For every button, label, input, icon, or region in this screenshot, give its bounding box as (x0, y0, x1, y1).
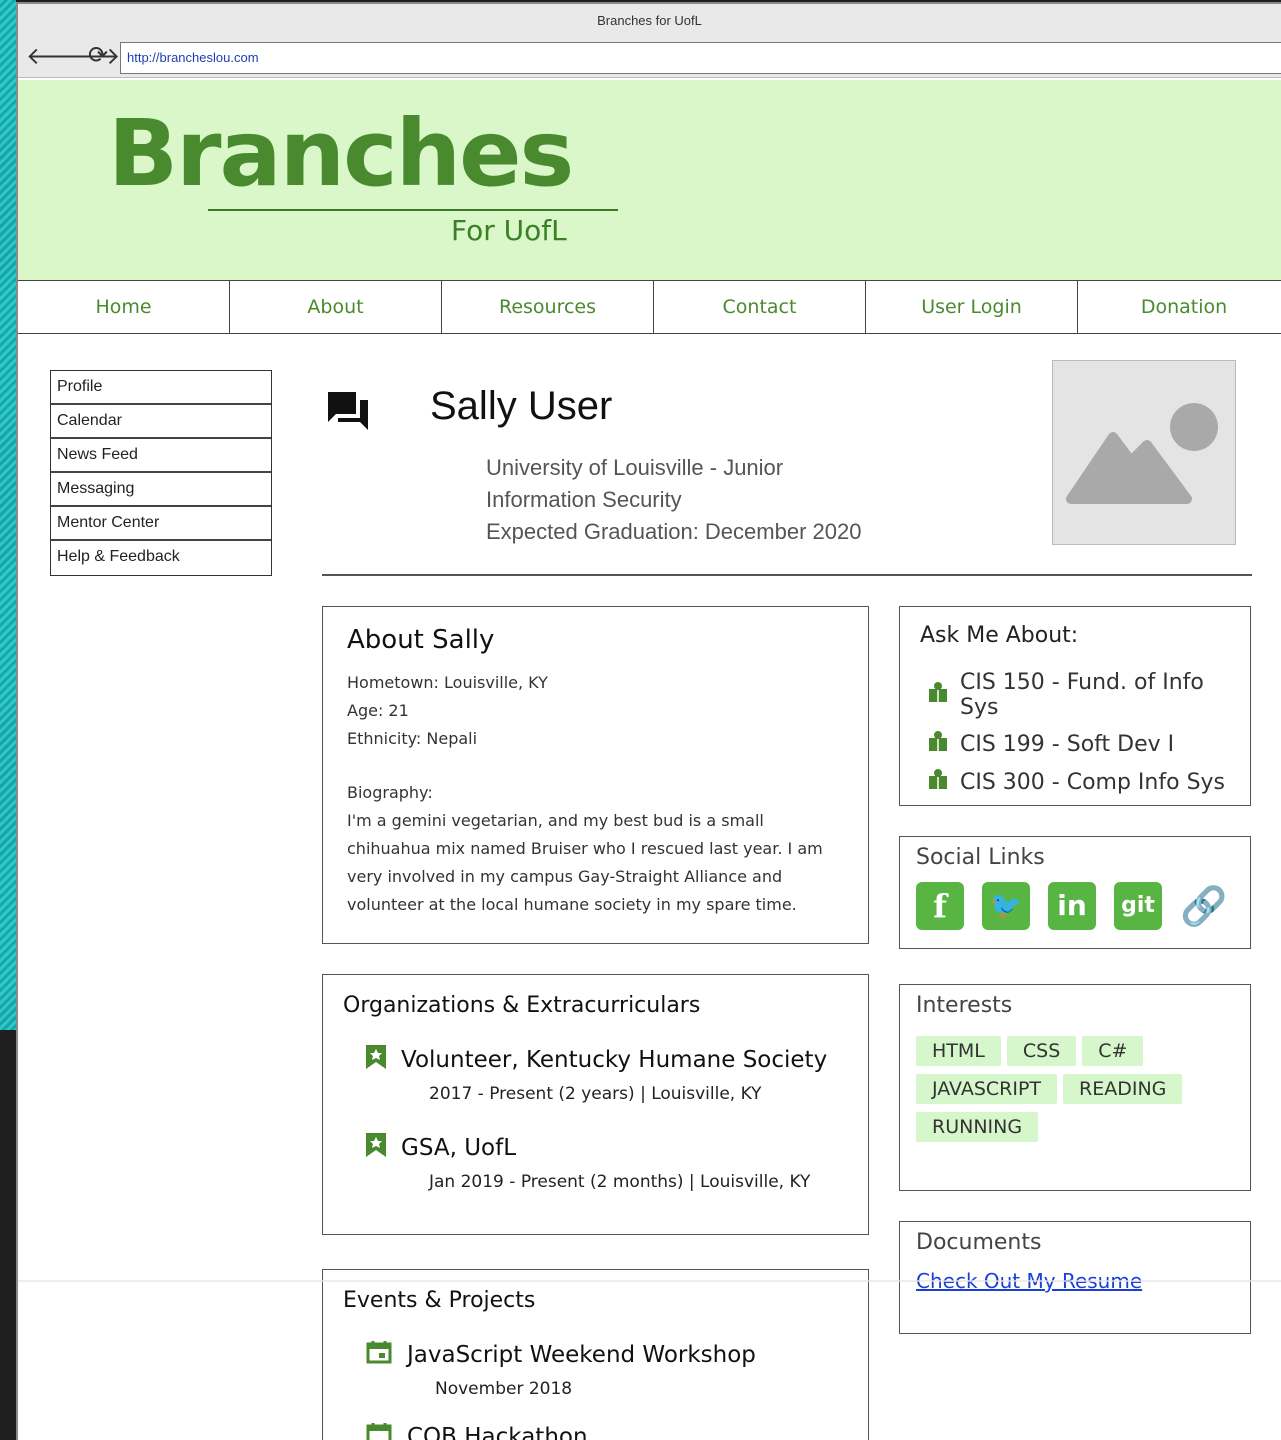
side-menu-help-feedback[interactable]: Help & Feedback (51, 541, 271, 575)
about-hometown: Hometown: Louisville, KY (347, 673, 548, 692)
side-menu-calendar[interactable]: Calendar (51, 405, 271, 439)
interest-tag[interactable]: READING (1063, 1074, 1183, 1104)
screenshot-seam (18, 1280, 1281, 1282)
about-bio-label: Biography: (347, 783, 433, 802)
book-icon (928, 681, 948, 709)
profile-details: University of Louisville - Junior Inform… (486, 452, 861, 548)
facebook-icon[interactable]: f (916, 882, 964, 930)
nav-about[interactable]: About (230, 281, 442, 333)
desktop-background-strip (0, 0, 16, 1030)
interest-tag[interactable]: HTML (916, 1036, 1001, 1066)
nav-resources[interactable]: Resources (442, 281, 654, 333)
about-card: About Sally Hometown: Louisville, KY Age… (322, 606, 869, 944)
nav-donation[interactable]: Donation (1078, 281, 1281, 333)
window-title: Branches for UofL (18, 4, 1281, 38)
interests-card: Interests HTML CSS C# JAVASCRIPT READING RU… (899, 984, 1251, 1191)
about-title: About Sally (347, 625, 495, 655)
main-navigation: Home About Resources Contact User Login … (18, 280, 1281, 334)
org-item-title: GSA, UofL (365, 1132, 848, 1164)
interest-tag[interactable]: JAVASCRIPT (916, 1074, 1058, 1104)
documents-title: Documents (916, 1230, 1042, 1255)
social-links-card: Social Links f 🐦 in git 🔗 (899, 836, 1251, 949)
address-bar[interactable]: http://brancheslou.com (120, 42, 1281, 74)
twitter-icon[interactable]: 🐦 (982, 882, 1030, 930)
browser-window: Branches for UofL 🡐 🡒 ⟳ http://branchesl… (16, 2, 1281, 1440)
social-title: Social Links (916, 845, 1045, 870)
event-name: COB Hackathon (407, 1424, 588, 1440)
ask-me-card: Ask Me About: CIS 150 - Fund. of Info Sy… (899, 606, 1251, 806)
site-tagline: For UofL (451, 214, 567, 247)
ask-me-item: CIS 199 - Soft Dev I (928, 730, 1230, 758)
site-header: Branches For UofL (18, 80, 1281, 280)
about-ethnicity: Ethnicity: Nepali (347, 729, 478, 748)
side-menu-messaging[interactable]: Messaging (51, 473, 271, 507)
image-placeholder-icon (1066, 403, 1218, 504)
book-icon (928, 768, 948, 796)
profile-divider (322, 574, 1252, 576)
event-name: JavaScript Weekend Workshop (407, 1342, 756, 1368)
ask-me-item: CIS 150 - Fund. of Info Sys (928, 670, 1230, 720)
browser-toolbar: 🡐 🡒 ⟳ http://brancheslou.com (18, 38, 1281, 78)
linkedin-icon[interactable]: in (1048, 882, 1096, 930)
ask-me-item-label: CIS 300 - Comp Info Sys (960, 769, 1226, 795)
interest-tag[interactable]: C# (1082, 1036, 1144, 1066)
ask-me-item-label: CIS 150 - Fund. of Info Sys (960, 670, 1204, 720)
org-item-title: Volunteer, Kentucky Humane Society (365, 1044, 848, 1076)
event-item-title: COB Hackathon (365, 1421, 848, 1440)
profile-school: University of Louisville - Junior (486, 455, 784, 480)
interest-tag[interactable]: RUNNING (916, 1112, 1039, 1142)
events-title: Events & Projects (343, 1288, 536, 1313)
interests-title: Interests (916, 993, 1013, 1018)
calendar-event-icon (365, 1339, 393, 1371)
calendar-event-icon (365, 1421, 393, 1440)
profile-side-menu: Profile Calendar News Feed Messaging Men… (50, 370, 272, 576)
events-card: Events & Projects JavaScript Weekend Wor… (322, 1269, 869, 1440)
git-icon[interactable]: git (1114, 882, 1162, 930)
side-menu-news-feed[interactable]: News Feed (51, 439, 271, 473)
about-bio-text: I'm a gemini vegetarian, and my best bud… (347, 811, 823, 914)
bookmark-icon (365, 1132, 387, 1164)
org-name: Volunteer, Kentucky Humane Society (401, 1047, 828, 1073)
profile-photo-placeholder[interactable] (1052, 360, 1236, 545)
documents-card: Documents Check Out My Resume (899, 1221, 1251, 1334)
site-logo[interactable]: Branches (108, 100, 574, 207)
event-item-title: JavaScript Weekend Workshop (365, 1339, 848, 1371)
chat-bubbles-icon[interactable] (326, 388, 372, 440)
nav-contact[interactable]: Contact (654, 281, 866, 333)
ask-me-item: CIS 300 - Comp Info Sys (928, 768, 1230, 796)
profile-major: Information Security (486, 487, 682, 512)
ask-me-title: Ask Me About: (920, 623, 1079, 648)
logo-underline (208, 209, 618, 211)
org-detail: Jan 2019 - Present (2 months) | Louisvil… (429, 1172, 811, 1192)
profile-name: Sally User (430, 384, 613, 428)
event-detail: November 2018 (435, 1379, 573, 1399)
organizations-card: Organizations & Extracurriculars Volunte… (322, 974, 869, 1235)
orgs-title: Organizations & Extracurriculars (343, 993, 701, 1018)
side-menu-profile[interactable]: Profile (51, 371, 271, 405)
about-age: Age: 21 (347, 701, 409, 720)
side-menu-mentor-center[interactable]: Mentor Center (51, 507, 271, 541)
org-name: GSA, UofL (401, 1135, 517, 1161)
org-detail: 2017 - Present (2 years) | Louisville, K… (429, 1084, 762, 1104)
book-icon (928, 730, 948, 758)
nav-user-login[interactable]: User Login (866, 281, 1078, 333)
profile-graduation: Expected Graduation: December 2020 (486, 519, 862, 544)
interest-tag[interactable]: CSS (1006, 1036, 1077, 1066)
ask-me-item-label: CIS 199 - Soft Dev I (960, 731, 1175, 757)
bookmark-icon (365, 1044, 387, 1076)
link-icon[interactable]: 🔗 (1180, 882, 1228, 930)
nav-home[interactable]: Home (18, 281, 230, 333)
reload-icon[interactable]: ⟳ (88, 43, 108, 67)
